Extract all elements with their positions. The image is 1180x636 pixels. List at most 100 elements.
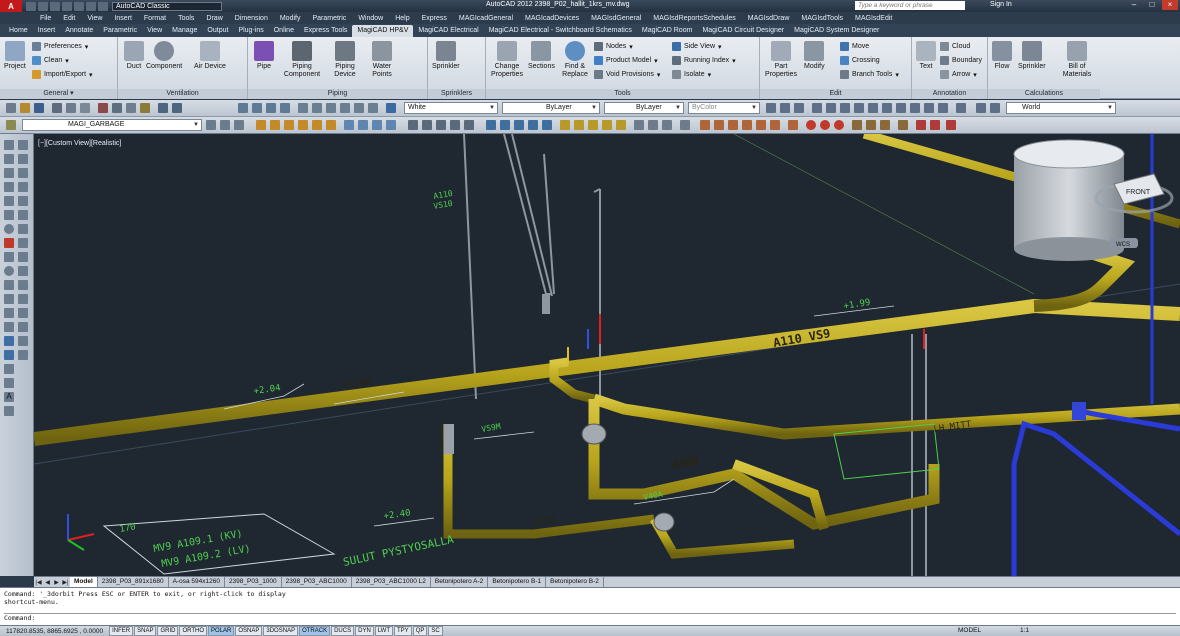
table-icon[interactable] <box>4 378 14 388</box>
stretch-icon[interactable] <box>18 252 28 262</box>
status-toggle-qp[interactable]: QP <box>412 626 428 636</box>
maximize-icon[interactable]: □ <box>1144 0 1160 10</box>
osnap4-icon[interactable] <box>742 120 752 130</box>
layer-tool4-icon[interactable] <box>298 120 308 130</box>
rotate-icon[interactable] <box>18 224 28 234</box>
status-toggle-lwt[interactable]: LWT <box>374 626 394 636</box>
orbit-tool-icon[interactable] <box>680 120 690 130</box>
new-icon[interactable] <box>26 1 36 11</box>
annotation-scale[interactable]: 1:1 <box>1020 627 1029 634</box>
ucs-x-icon[interactable] <box>896 103 906 113</box>
new-icon[interactable] <box>6 103 16 113</box>
tab-output[interactable]: Output <box>202 25 233 37</box>
osnap1-icon[interactable] <box>700 120 710 130</box>
properties-icon[interactable] <box>298 103 308 113</box>
dim-tool4-icon[interactable] <box>386 120 396 130</box>
change-properties-button[interactable]: Change Properties <box>490 41 524 79</box>
publish-icon[interactable] <box>80 103 90 113</box>
break-icon[interactable] <box>18 294 28 304</box>
move-button[interactable]: Move <box>840 42 869 51</box>
pipe-button[interactable]: Pipe <box>254 41 274 71</box>
layer-select[interactable]: MAGI_GARBAGE ▼ <box>22 119 202 131</box>
ucs2-world-icon[interactable] <box>990 103 1000 113</box>
view-tool2-icon[interactable] <box>422 120 432 130</box>
menu-item[interactable]: Express <box>416 15 453 22</box>
status-toggle-ortho[interactable]: ORTHO <box>179 626 208 636</box>
cloud-button[interactable]: Cloud <box>940 42 970 51</box>
piping-device-button[interactable]: Piping Device <box>328 41 362 79</box>
free-orbit-icon[interactable] <box>648 120 658 130</box>
modify-button[interactable]: Modify <box>804 41 825 71</box>
chamfer-icon[interactable] <box>18 322 28 332</box>
layer-tool3-icon[interactable] <box>284 120 294 130</box>
color-select[interactable]: White ▼ <box>404 102 498 114</box>
menu-item[interactable]: Insert <box>108 15 138 22</box>
paste-icon[interactable] <box>126 103 136 113</box>
command-line[interactable]: Command: '_3dorbit Press ESC or ENTER to… <box>0 587 1180 625</box>
undo-icon[interactable] <box>86 1 96 11</box>
spline-icon[interactable] <box>4 252 14 262</box>
layout-tab[interactable]: A-osa 594x1260 <box>169 577 225 587</box>
next-tab-icon[interactable]: ▶ <box>52 579 61 586</box>
tab-system-designer[interactable]: MagiCAD System Designer <box>789 25 884 37</box>
menu-item[interactable]: Draw <box>200 15 228 22</box>
water-points-button[interactable]: Water Points <box>366 41 398 79</box>
sign-in-button[interactable]: Sign In <box>990 1 1012 8</box>
layer-properties-icon[interactable] <box>6 120 16 130</box>
running-index-button[interactable]: Running Index ▾ <box>672 56 736 65</box>
menu-item[interactable]: View <box>81 15 108 22</box>
import-export-button[interactable]: Import/Export ▾ <box>32 70 93 79</box>
ucs-previous-icon[interactable] <box>794 103 804 113</box>
viewport-controls-label[interactable]: [−][Custom View][Realistic] <box>38 140 121 147</box>
visual-style3-icon[interactable] <box>514 120 524 130</box>
polygon-icon[interactable] <box>4 182 14 192</box>
layer-tool1-icon[interactable] <box>256 120 266 130</box>
last-tab-icon[interactable]: ▶| <box>61 579 70 586</box>
air-device-button[interactable]: Air Device <box>194 41 226 71</box>
osnap-extra-icon[interactable] <box>946 120 956 130</box>
line-icon[interactable] <box>4 140 14 150</box>
zoom-window-icon[interactable] <box>266 103 276 113</box>
component-button[interactable]: Component <box>146 41 182 71</box>
rectangle-icon[interactable] <box>4 196 14 206</box>
prev-tab-icon[interactable]: ◀ <box>43 579 52 586</box>
ucs-select[interactable]: World ▼ <box>1006 102 1116 114</box>
copy-icon[interactable] <box>112 103 122 113</box>
menu-item[interactable]: MAGIcadDevices <box>519 15 585 22</box>
tab-online[interactable]: Online <box>269 25 299 37</box>
ucs-icon[interactable] <box>766 103 776 113</box>
part-properties-button[interactable]: Part Properties <box>764 41 798 79</box>
fillet-icon[interactable] <box>18 336 28 346</box>
menu-item[interactable]: Modify <box>274 15 307 22</box>
draw-order5-icon[interactable] <box>616 120 626 130</box>
tab-express-tools[interactable]: Express Tools <box>299 25 352 37</box>
view-tool3-icon[interactable] <box>436 120 446 130</box>
sheet-set-icon[interactable] <box>340 103 350 113</box>
multiline-text-icon[interactable]: A <box>4 392 14 402</box>
zoom-previous-icon[interactable] <box>280 103 290 113</box>
visual-style1-icon[interactable] <box>486 120 496 130</box>
workspace-select[interactable]: AutoCAD Classic <box>112 1 222 11</box>
status-toggle-polar[interactable]: POLAR <box>208 626 235 636</box>
tool-palettes-icon[interactable] <box>326 103 336 113</box>
isolate-button[interactable]: Isolate ▾ <box>672 70 711 79</box>
sections-button[interactable]: Sections <box>528 41 555 71</box>
piping-component-button[interactable]: Piping Component <box>280 41 324 79</box>
copy-object-icon[interactable] <box>18 154 28 164</box>
close-icon[interactable]: × <box>1162 0 1178 10</box>
menu-item[interactable]: Tools <box>172 15 200 22</box>
view-tool5-icon[interactable] <box>464 120 474 130</box>
menu-item[interactable]: Parametric <box>306 15 352 22</box>
ucs-world-icon[interactable] <box>780 103 790 113</box>
menu-item[interactable]: MAGIsdEdit <box>849 15 898 22</box>
undo-icon[interactable] <box>158 103 168 113</box>
pan-icon[interactable] <box>238 103 248 113</box>
menu-item[interactable]: MAGIsdDraw <box>742 15 796 22</box>
ucs-apply-icon[interactable] <box>938 103 948 113</box>
status-toggle-grid[interactable]: GRID <box>157 626 179 636</box>
osnap2-icon[interactable] <box>714 120 724 130</box>
tab-plugins[interactable]: Plug-ins <box>233 25 268 37</box>
tab-manage[interactable]: Manage <box>167 25 202 37</box>
draw-order2-icon[interactable] <box>574 120 584 130</box>
osnap6-icon[interactable] <box>770 120 780 130</box>
